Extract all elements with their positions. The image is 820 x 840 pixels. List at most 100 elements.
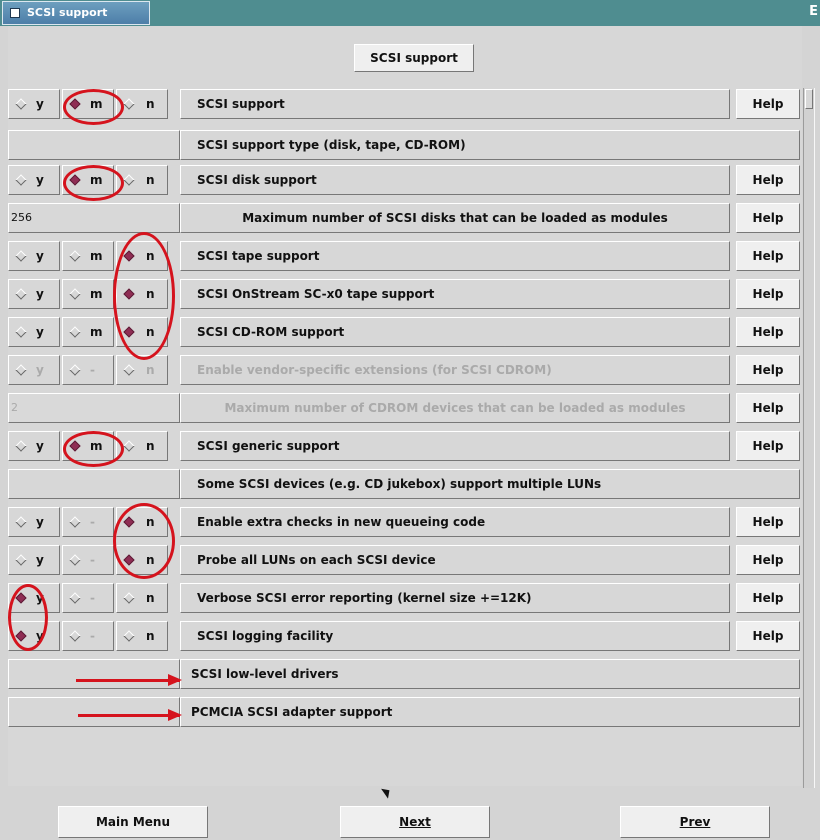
- radio-diamond-icon: [15, 554, 27, 566]
- annotation-arrow: [76, 674, 182, 686]
- choice-y[interactable]: y: [8, 89, 60, 119]
- choice-label: y: [36, 515, 44, 529]
- next-button[interactable]: Next: [340, 806, 490, 838]
- radio-diamond-icon: [123, 440, 135, 452]
- prev-button-label: Prev: [679, 815, 711, 829]
- choice-label: -: [90, 363, 95, 377]
- option-label: Enable extra checks in new queueing code: [180, 507, 730, 537]
- option-label: SCSI tape support: [180, 241, 730, 271]
- main-menu-button[interactable]: Main Menu: [58, 806, 208, 838]
- choice-m[interactable]: -: [62, 583, 114, 613]
- choice-y[interactable]: y: [8, 279, 60, 309]
- choice-n[interactable]: n: [116, 583, 168, 613]
- choice-y[interactable]: y: [8, 317, 60, 347]
- help-button[interactable]: Help: [736, 621, 800, 651]
- choice-label: m: [90, 325, 103, 339]
- radio-diamond-icon: [69, 326, 81, 338]
- option-label: SCSI OnStream SC-x0 tape support: [180, 279, 730, 309]
- radio-diamond-icon: [69, 174, 81, 186]
- help-button[interactable]: Help: [736, 545, 800, 575]
- choice-label: y: [36, 363, 44, 377]
- choice-n[interactable]: n: [116, 355, 168, 385]
- choice-y[interactable]: y: [8, 355, 60, 385]
- radio-diamond-icon: [123, 364, 135, 376]
- radio-diamond-icon: [69, 98, 81, 110]
- choice-label: y: [36, 97, 44, 111]
- window-title-tab: SCSI support: [2, 1, 150, 25]
- window-corner-icon[interactable]: E: [809, 4, 818, 19]
- choice-y[interactable]: y: [8, 507, 60, 537]
- submenu-button[interactable]: PCMCIA SCSI adapter support: [180, 697, 800, 727]
- choice-y[interactable]: y: [8, 431, 60, 461]
- radio-diamond-icon: [15, 98, 27, 110]
- submenu-button[interactable]: SCSI low-level drivers: [180, 659, 800, 689]
- choice-m[interactable]: -: [62, 621, 114, 651]
- help-button[interactable]: Help: [736, 431, 800, 461]
- choice-label: n: [146, 515, 155, 529]
- prev-button[interactable]: Prev: [620, 806, 770, 838]
- help-button[interactable]: Help: [736, 89, 800, 119]
- radio-diamond-icon: [69, 516, 81, 528]
- help-button[interactable]: Help: [736, 393, 800, 423]
- choice-n[interactable]: n: [116, 279, 168, 309]
- radio-diamond-icon: [123, 174, 135, 186]
- choice-n[interactable]: n: [116, 545, 168, 575]
- window-titlebar: SCSI support E: [0, 0, 820, 26]
- vertical-scrollbar-thumb[interactable]: [805, 89, 813, 109]
- radio-diamond-icon: [123, 326, 135, 338]
- choice-y[interactable]: y: [8, 621, 60, 651]
- choice-m[interactable]: m: [62, 165, 114, 195]
- choice-label: n: [146, 97, 155, 111]
- radio-diamond-icon: [69, 630, 81, 642]
- choice-n[interactable]: n: [116, 317, 168, 347]
- choice-label: n: [146, 325, 155, 339]
- choice-y[interactable]: y: [8, 583, 60, 613]
- section-heading: Some SCSI devices (e.g. CD jukebox) supp…: [180, 469, 800, 499]
- choice-n[interactable]: n: [116, 507, 168, 537]
- help-button[interactable]: Help: [736, 507, 800, 537]
- choice-label: n: [146, 249, 155, 263]
- numeric-input[interactable]: 256: [8, 203, 180, 233]
- radio-diamond-icon: [69, 250, 81, 262]
- choice-n[interactable]: n: [116, 165, 168, 195]
- choice-m[interactable]: m: [62, 241, 114, 271]
- radio-diamond-icon: [15, 250, 27, 262]
- choice-m[interactable]: m: [62, 89, 114, 119]
- choice-m[interactable]: -: [62, 507, 114, 537]
- radio-diamond-icon: [69, 592, 81, 604]
- choice-n[interactable]: n: [116, 241, 168, 271]
- option-label: Verbose SCSI error reporting (kernel siz…: [180, 583, 730, 613]
- choice-label: -: [90, 629, 95, 643]
- choice-n[interactable]: n: [116, 431, 168, 461]
- help-button[interactable]: Help: [736, 583, 800, 613]
- choice-label: y: [36, 439, 44, 453]
- choice-n[interactable]: n: [116, 621, 168, 651]
- radio-diamond-icon: [15, 440, 27, 452]
- option-label: SCSI disk support: [180, 165, 730, 195]
- radio-diamond-icon: [15, 516, 27, 528]
- choice-m[interactable]: m: [62, 431, 114, 461]
- choice-y[interactable]: y: [8, 241, 60, 271]
- help-button[interactable]: Help: [736, 241, 800, 271]
- choice-label: n: [146, 439, 155, 453]
- numeric-input[interactable]: 2: [8, 393, 180, 423]
- choice-y[interactable]: y: [8, 165, 60, 195]
- section-spacer: [8, 130, 180, 160]
- help-button[interactable]: Help: [736, 165, 800, 195]
- radio-diamond-icon: [123, 288, 135, 300]
- help-button[interactable]: Help: [736, 317, 800, 347]
- choice-m[interactable]: -: [62, 545, 114, 575]
- option-label: SCSI logging facility: [180, 621, 730, 651]
- choice-n[interactable]: n: [116, 89, 168, 119]
- help-button[interactable]: Help: [736, 203, 800, 233]
- choice-y[interactable]: y: [8, 545, 60, 575]
- choice-m[interactable]: m: [62, 279, 114, 309]
- radio-diamond-icon: [123, 250, 135, 262]
- choice-m[interactable]: -: [62, 355, 114, 385]
- section-heading: SCSI support type (disk, tape, CD-ROM): [180, 130, 800, 160]
- help-button[interactable]: Help: [736, 355, 800, 385]
- vertical-scrollbar[interactable]: [803, 88, 815, 788]
- help-button[interactable]: Help: [736, 279, 800, 309]
- choice-m[interactable]: m: [62, 317, 114, 347]
- choice-label: y: [36, 249, 44, 263]
